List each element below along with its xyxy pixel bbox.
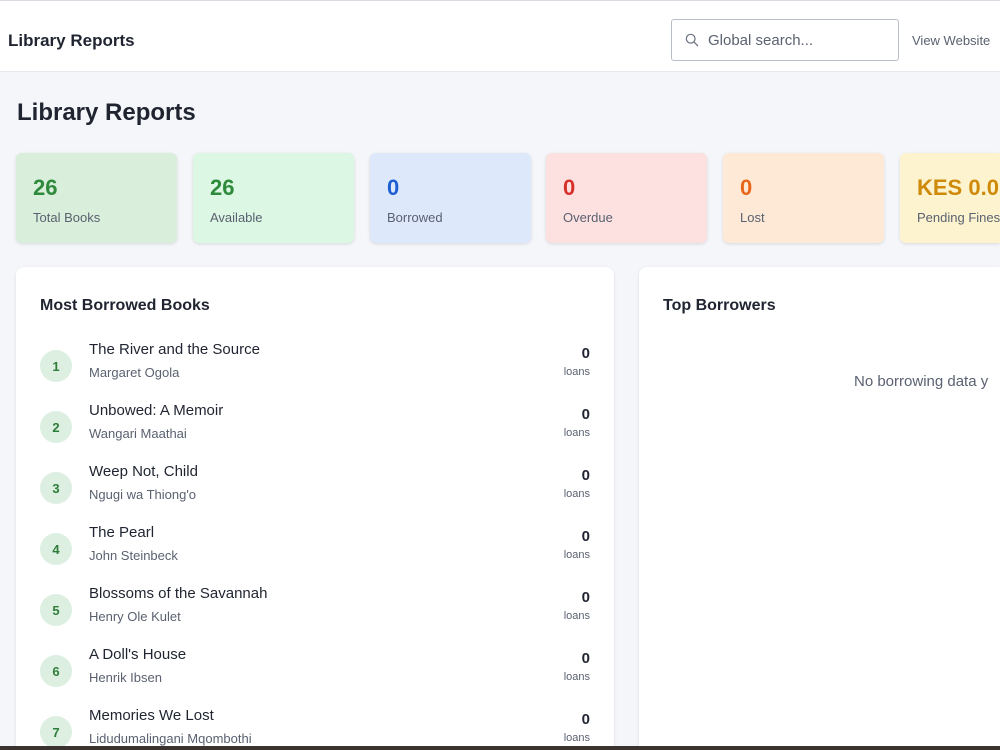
- book-author: Henry Ole Kulet: [89, 609, 181, 624]
- stat-value: 26: [210, 175, 235, 200]
- book-title: The River and the Source: [89, 341, 260, 358]
- search-icon: [685, 33, 699, 47]
- loan-label: loans: [563, 366, 590, 378]
- book-row[interactable]: 1 The River and the Source Margaret Ogol…: [40, 340, 590, 390]
- loan-label: loans: [563, 488, 590, 500]
- stat-value: KES 0.0: [917, 175, 999, 200]
- stat-card-borrowed: 0 Borrowed: [370, 153, 531, 243]
- stat-label: Lost: [740, 210, 765, 225]
- stat-card-lost: 0 Lost: [723, 153, 884, 243]
- book-author: Ngugi wa Thiong'o: [89, 487, 197, 502]
- book-row[interactable]: 7 Memories We Lost Lidudumalingani Mqomb…: [40, 706, 590, 750]
- view-website-link[interactable]: View Website: [912, 33, 990, 48]
- stat-card-total-books: 26 Total Books: [16, 153, 177, 243]
- loan-count: 0: [581, 650, 590, 667]
- stat-label: Borrowed: [387, 210, 443, 225]
- panel-title: Top Borrowers: [663, 297, 776, 314]
- stat-card-available: 26 Available: [193, 153, 354, 243]
- loan-label: loans: [563, 671, 590, 683]
- stat-label: Overdue: [563, 210, 613, 225]
- page-title: Library Reports: [17, 99, 196, 126]
- most-borrowed-panel: Most Borrowed Books 1 The River and the …: [16, 267, 614, 750]
- book-title: Weep Not, Child: [89, 463, 198, 480]
- book-row[interactable]: 3 Weep Not, Child Ngugi wa Thiong'o 0 lo…: [40, 462, 590, 512]
- rank-badge: 6: [40, 655, 72, 687]
- rank-badge: 4: [40, 533, 72, 565]
- stat-card-pending-fines: KES 0.0 Pending Fines: [900, 153, 1000, 243]
- bottom-edge: [0, 746, 1000, 750]
- rank-badge: 1: [40, 350, 72, 382]
- rank-badge: 2: [40, 411, 72, 443]
- loan-label: loans: [563, 427, 590, 439]
- book-author: Wangari Maathai: [89, 426, 187, 441]
- book-row[interactable]: 2 Unbowed: A Memoir Wangari Maathai 0 lo…: [40, 401, 590, 451]
- stat-label: Pending Fines: [917, 210, 1000, 225]
- global-search-input[interactable]: [708, 28, 888, 52]
- stat-value: 26: [33, 175, 58, 200]
- book-author: Lidudumalingani Mqombothi: [89, 731, 252, 746]
- stat-card-overdue: 0 Overdue: [546, 153, 707, 243]
- book-title: Unbowed: A Memoir: [89, 402, 224, 419]
- loan-label: loans: [563, 732, 590, 744]
- book-author: Henrik Ibsen: [89, 670, 162, 685]
- panel-title: Most Borrowed Books: [40, 297, 210, 314]
- stat-label: Available: [210, 210, 263, 225]
- book-author: John Steinbeck: [89, 548, 178, 563]
- loan-count: 0: [581, 711, 590, 728]
- loan-count: 0: [581, 528, 590, 545]
- stat-label: Total Books: [33, 210, 101, 225]
- loan-label: loans: [563, 610, 590, 622]
- stat-value: 0: [387, 175, 400, 200]
- empty-state-message: No borrowing data y: [854, 373, 989, 390]
- book-row[interactable]: 4 The Pearl John Steinbeck 0 loans: [40, 523, 590, 573]
- book-title: Blossoms of the Savannah: [89, 585, 268, 602]
- loan-count: 0: [581, 345, 590, 362]
- book-row[interactable]: 5 Blossoms of the Savannah Henry Ole Kul…: [40, 584, 590, 634]
- global-search-box[interactable]: [671, 19, 899, 61]
- book-author: Margaret Ogola: [89, 365, 180, 380]
- loan-count: 0: [581, 406, 590, 423]
- loan-count: 0: [581, 467, 590, 484]
- stat-value: 0: [563, 175, 576, 200]
- book-row[interactable]: 6 A Doll's House Henrik Ibsen 0 loans: [40, 645, 590, 695]
- rank-badge: 5: [40, 594, 72, 626]
- app-title: Library Reports: [8, 31, 135, 50]
- top-bar: Library Reports View Website: [0, 0, 1000, 72]
- rank-badge: 3: [40, 472, 72, 504]
- rank-badge: 7: [40, 716, 72, 748]
- book-title: A Doll's House: [89, 646, 187, 663]
- book-title: Memories We Lost: [89, 707, 214, 724]
- loan-label: loans: [563, 549, 590, 561]
- top-borrowers-panel: Top Borrowers No borrowing data y: [639, 267, 1000, 750]
- book-title: The Pearl: [89, 524, 155, 541]
- stat-value: 0: [740, 175, 753, 200]
- loan-count: 0: [581, 589, 590, 606]
